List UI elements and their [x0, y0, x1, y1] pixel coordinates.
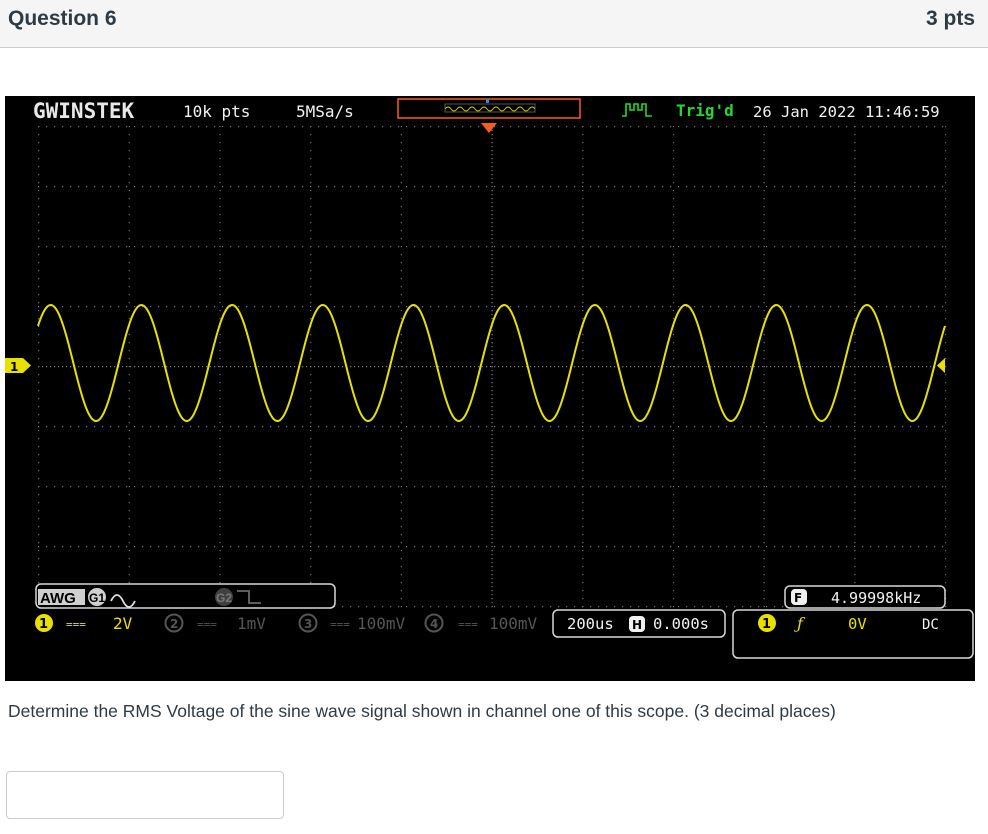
- awg-status-bar: AWG G1 G2: [35, 583, 336, 609]
- ch4-number: 4: [430, 617, 438, 631]
- g2-label: G2: [216, 591, 232, 605]
- ch3-number: 3: [304, 617, 312, 631]
- ch4-coupling: ===: [458, 618, 478, 631]
- question-points: 3 pts: [925, 7, 975, 30]
- record-length: 10k pts: [183, 102, 250, 121]
- timebase-box: 200us H 0.000s: [552, 609, 726, 638]
- ch1-number: 1: [39, 617, 48, 632]
- ch1-marker-label: 1: [10, 360, 18, 374]
- gwinstek-logo: GWINSTEK: [33, 99, 135, 123]
- trigger-box: 1 ƒ 0V DC: [732, 609, 974, 659]
- frequency-label: F: [794, 591, 802, 605]
- trigger-level: 0V: [848, 615, 867, 633]
- trigger-source: 1: [762, 617, 771, 632]
- timebase-value: 200us: [567, 615, 614, 633]
- question-title: Question 6: [8, 7, 117, 30]
- answer-input[interactable]: [6, 771, 284, 819]
- frequency-value: 4.99998kHz: [831, 589, 921, 607]
- frequency-box: F 4.99998kHz: [784, 585, 946, 609]
- ch2-number: 2: [170, 617, 178, 631]
- trigger-status: Trig'd: [676, 101, 734, 120]
- ch1-coupling: ===: [66, 618, 86, 631]
- ch3-scale: 100mV: [357, 614, 406, 633]
- ch2-scale: 1mV: [237, 614, 266, 633]
- ch1-scale: 2V: [113, 614, 133, 633]
- question-text: Determine the RMS Voltage of the sine wa…: [8, 701, 836, 721]
- g1-label: G1: [89, 591, 105, 605]
- horizontal-position: 0.000s: [653, 615, 709, 633]
- oscilloscope-screenshot: GWINSTEK 10k pts 5MSa/s Trig'd 26 Jan 20…: [5, 96, 975, 681]
- horizontal-label: H: [632, 618, 642, 632]
- ch3-coupling: ===: [330, 618, 350, 631]
- trigger-coupling: DC: [922, 617, 939, 633]
- question-header: Question 6 3 pts: [0, 0, 988, 48]
- ch4-scale: 100mV: [489, 614, 538, 633]
- awg-label: AWG: [40, 590, 76, 607]
- date-time: 26 Jan 2022 11:46:59: [753, 103, 940, 121]
- ch2-coupling: ===: [197, 618, 217, 631]
- sample-rate: 5MSa/s: [296, 102, 354, 121]
